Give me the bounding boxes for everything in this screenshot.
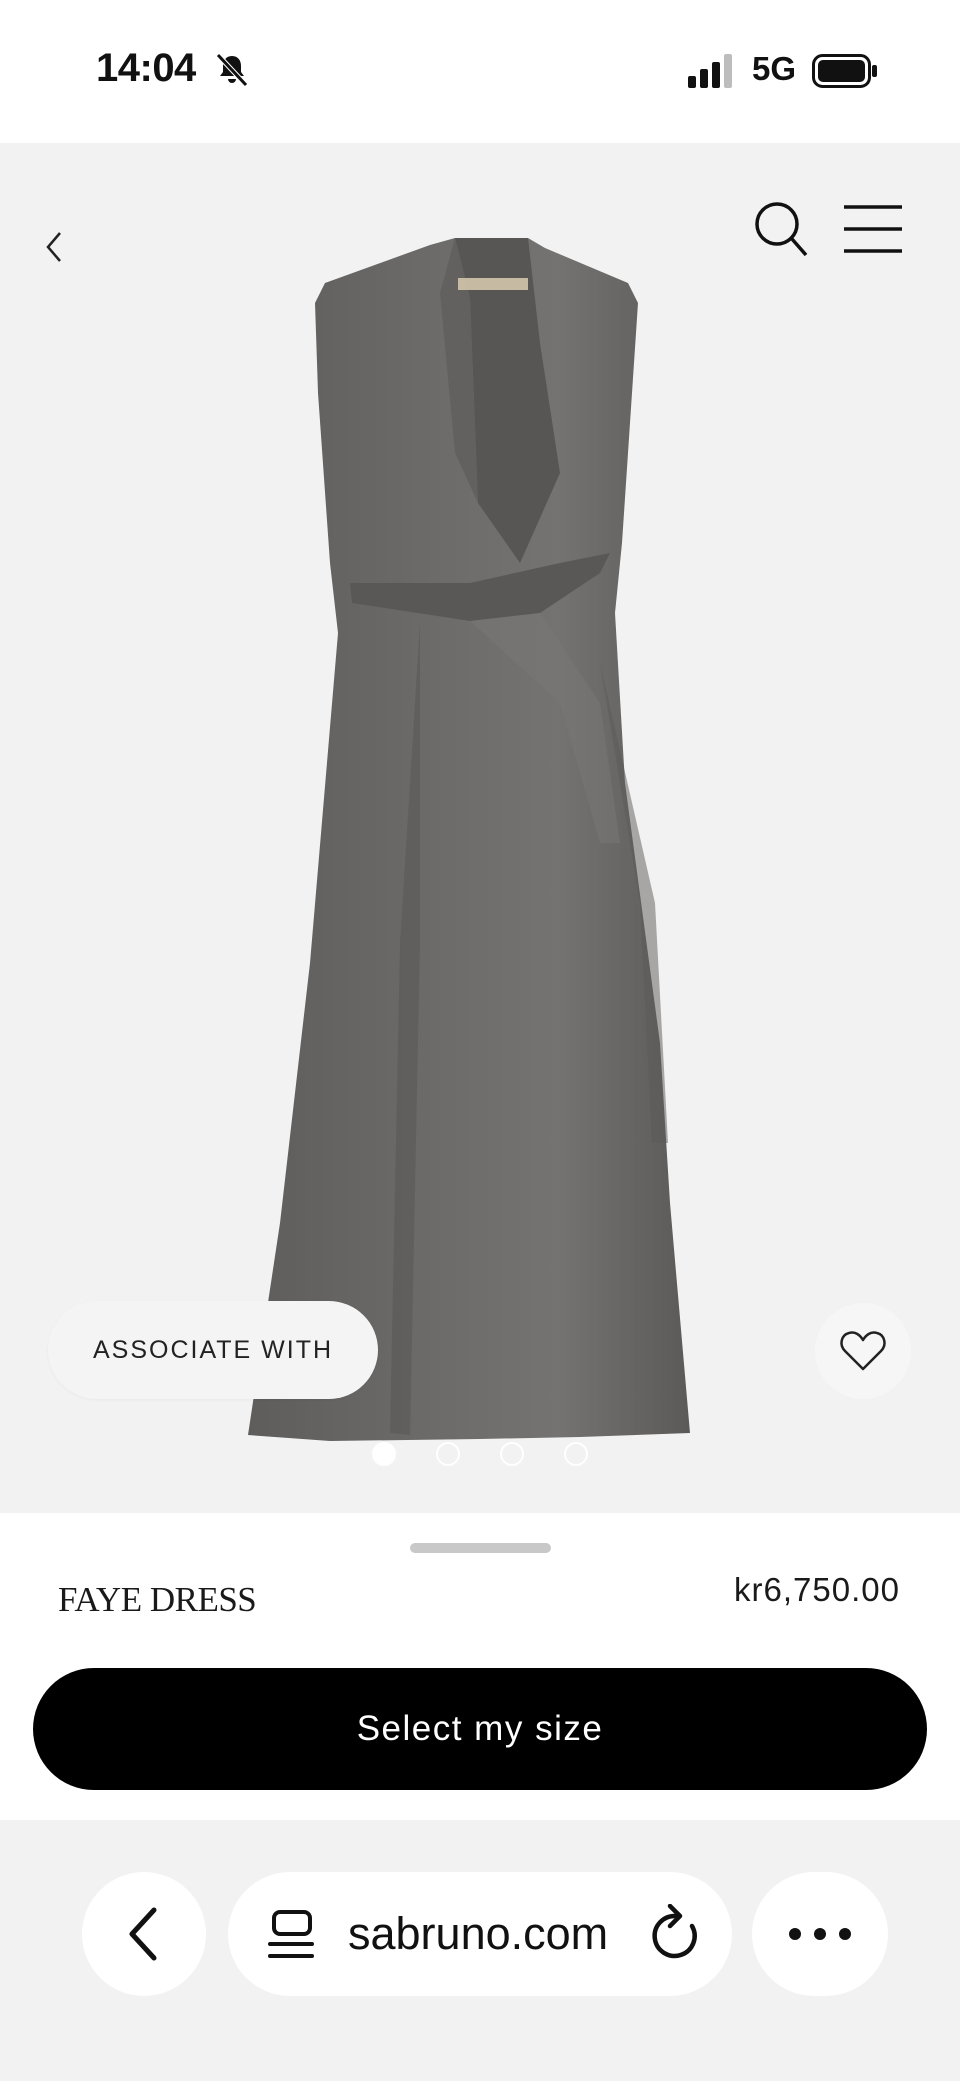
hamburger-menu-icon[interactable] — [842, 203, 904, 255]
product-name: FAYE DRESS — [58, 1580, 257, 1619]
wishlist-button[interactable] — [815, 1303, 911, 1399]
tabs-icon — [268, 1910, 314, 1958]
product-price: kr6,750.00 — [734, 1571, 900, 1608]
url-text: sabruno.com — [348, 1908, 609, 1959]
browser-back-button[interactable] — [82, 1872, 206, 1996]
carousel-indicator — [372, 1442, 588, 1468]
heart-icon — [840, 1331, 886, 1371]
sheet-drag-handle[interactable] — [410, 1543, 551, 1553]
search-icon[interactable] — [752, 199, 810, 259]
status-bar: 14:04 5G — [0, 0, 960, 143]
more-icon — [789, 1928, 851, 1940]
select-size-button[interactable]: Select my size — [33, 1668, 927, 1790]
carousel-dot[interactable] — [500, 1442, 524, 1466]
reload-icon[interactable] — [648, 1904, 704, 1964]
status-time: 14:04 — [96, 46, 196, 90]
carousel-dot[interactable] — [372, 1442, 396, 1466]
product-image-carousel[interactable]: ASSOCIATE WITH — [0, 143, 960, 1513]
network-label: 5G — [752, 50, 797, 87]
chevron-left-icon[interactable] — [36, 219, 76, 275]
bell-slash-icon — [216, 53, 248, 87]
associate-with-button[interactable]: ASSOCIATE WITH — [48, 1301, 378, 1399]
carousel-dot[interactable] — [436, 1442, 460, 1466]
carousel-dot[interactable] — [564, 1442, 588, 1466]
signal-icon — [688, 54, 732, 88]
browser-toolbar: sabruno.com — [0, 1820, 960, 2081]
battery-icon — [812, 54, 877, 88]
back-arrow-icon — [129, 1907, 157, 1961]
address-bar[interactable]: sabruno.com — [228, 1872, 732, 1996]
more-options-button[interactable] — [752, 1872, 888, 1996]
